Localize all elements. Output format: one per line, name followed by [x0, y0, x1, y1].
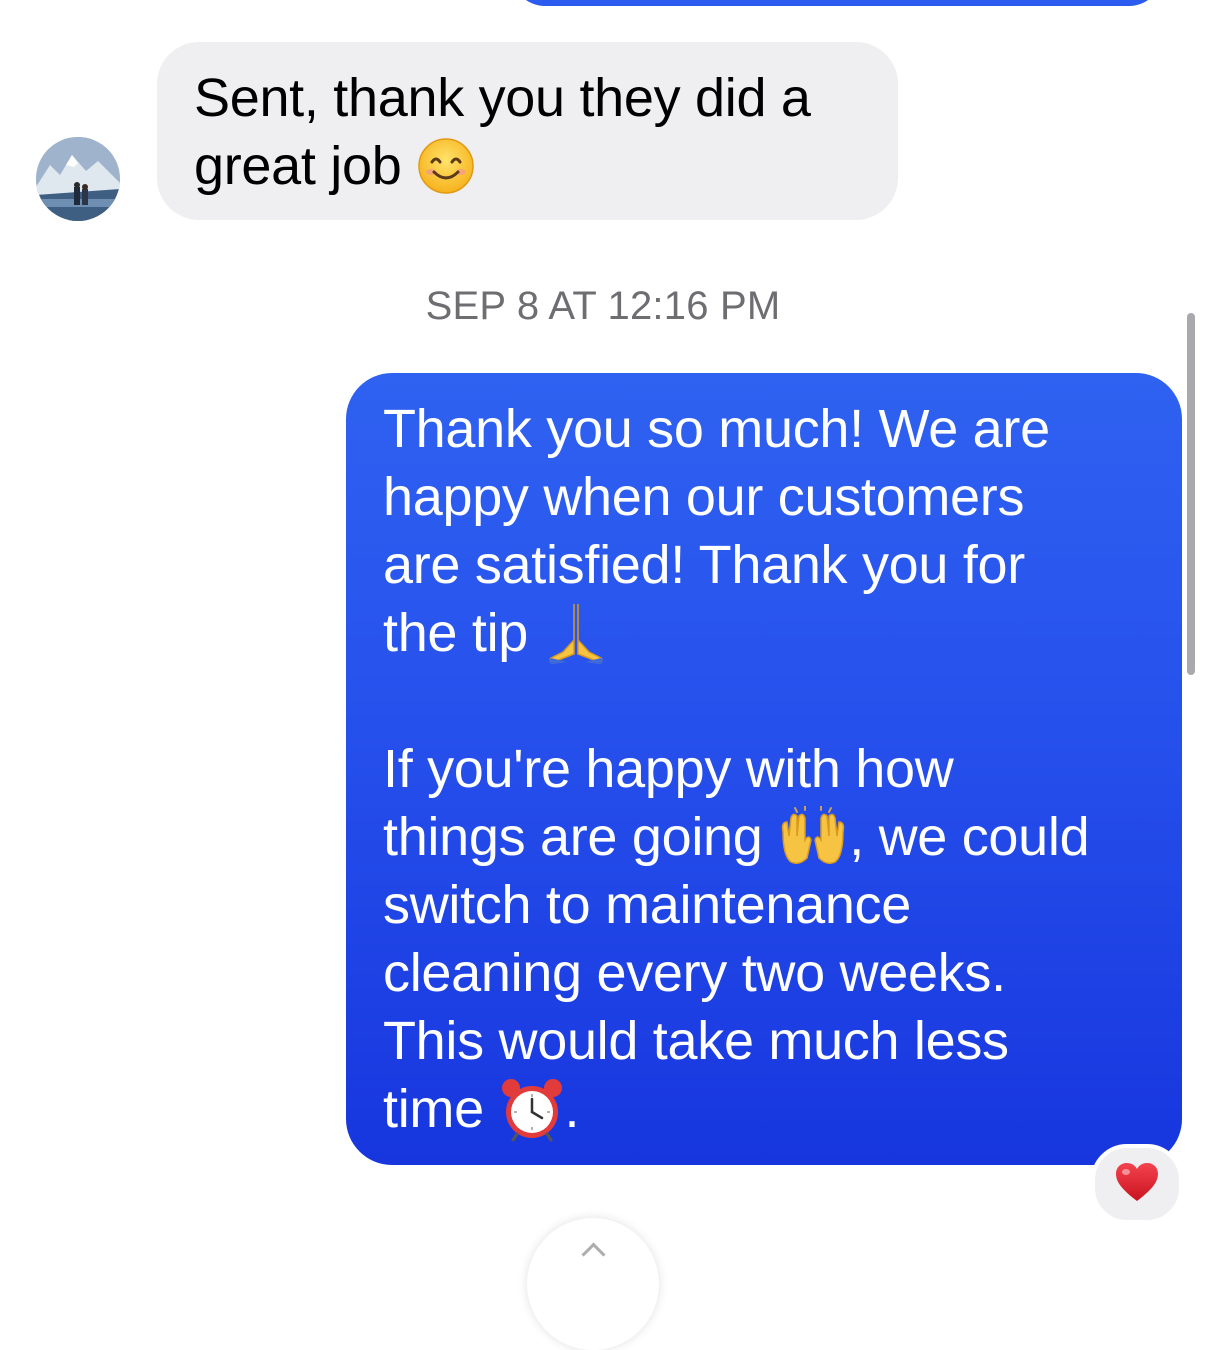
outgoing-message-line: This would take much less	[383, 1011, 1009, 1071]
outgoing-message-line: things are going , we could	[383, 803, 1162, 871]
outgoing-message-line: time .	[383, 1075, 1162, 1143]
reaction-badge[interactable]	[1091, 1144, 1183, 1224]
alarm-clock-icon	[499, 1076, 565, 1142]
raising-hands-icon	[777, 805, 849, 868]
message-timestamp: SEP 8 AT 12:16 PM	[425, 284, 781, 328]
incoming-message-text: great job	[194, 136, 402, 196]
outgoing-message-line: are satisfied! Thank you for	[383, 535, 1025, 595]
incoming-message-bubble[interactable]: Sent, thank you they did a great job	[157, 42, 898, 220]
outgoing-message-line: the tip	[383, 599, 1162, 667]
outgoing-message-text: the tip	[383, 603, 529, 663]
outgoing-message-line: Thank you so much! We are	[383, 399, 1050, 459]
avatar-photo	[36, 137, 120, 221]
outgoing-message-text: things are going	[383, 807, 763, 867]
outgoing-message-text: time	[383, 1079, 484, 1139]
folded-hands-icon	[543, 600, 609, 666]
outgoing-message-line: If you're happy with how	[383, 739, 954, 799]
avatar[interactable]	[36, 137, 120, 221]
outgoing-message-text: .	[564, 1079, 580, 1139]
heart-icon	[1114, 1161, 1160, 1208]
outgoing-message-line: switch to maintenance	[383, 875, 911, 935]
outgoing-message-line: happy when our customers	[383, 467, 1025, 527]
outgoing-message-bubble[interactable]: Thank you so much! We are happy when our…	[346, 373, 1182, 1165]
outgoing-message-line: cleaning every two weeks.	[383, 943, 1006, 1003]
paragraph-break	[383, 667, 1162, 735]
outgoing-message-text: , we could	[849, 807, 1090, 867]
smiling-face-icon	[416, 136, 476, 196]
incoming-message-line: great job	[194, 132, 862, 200]
incoming-message-line: Sent, thank you they did a	[194, 68, 811, 128]
previous-outgoing-bubble[interactable]	[512, 0, 1162, 6]
scroll-to-bottom-button[interactable]	[527, 1218, 659, 1350]
scrollbar-thumb[interactable]	[1187, 313, 1195, 675]
